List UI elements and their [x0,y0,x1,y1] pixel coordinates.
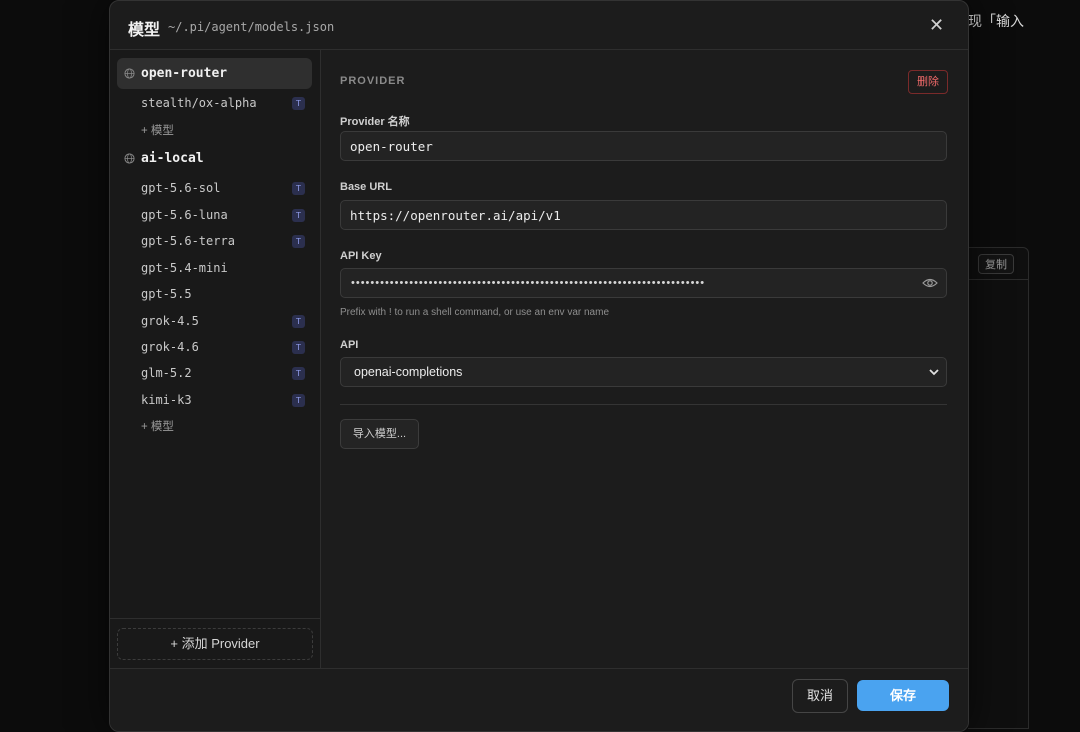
provider-name-value: open-router [350,139,433,154]
config-path: ~/.pi/agent/models.json [168,20,335,34]
type-badge: T [292,314,305,328]
dialog-title: 模型 [128,22,161,39]
model-item[interactable]: grok-4.5 T [141,310,305,332]
import-models-button[interactable]: 导入模型... [340,419,419,449]
model-name: gpt-5.6-sol [141,181,221,195]
globe-icon [124,68,135,79]
add-model-button[interactable]: + 模型 [141,418,174,434]
add-model-button[interactable]: + 模型 [141,122,174,138]
provider-name: ai-local [141,151,204,166]
model-name: gpt-5.6-terra [141,234,235,248]
api-select-value: openai-completions [354,365,463,379]
api-key-hint: Prefix with ! to run a shell command, or… [340,307,610,318]
background-hint-text: 现「输入 [968,13,1024,29]
model-name: stealth/ox-alpha [141,96,257,110]
model-name: kimi-k3 [141,393,192,407]
model-item[interactable]: gpt-5.6-sol T [141,177,305,199]
api-select[interactable]: openai-completions [340,357,947,387]
model-item[interactable]: gpt-5.6-terra T [141,230,305,252]
cancel-button[interactable]: 取消 [792,679,848,713]
background-code-panel: 复制 [968,247,1029,729]
model-name: gpt-5.6-luna [141,208,228,222]
close-icon[interactable]: ✕ [929,15,944,36]
model-item[interactable]: gpt-5.4-mini [141,257,305,279]
provider-sidebar: open-router stealth/ox-alpha T + 模型 ai-l… [110,50,321,668]
type-badge: T [292,96,305,110]
model-item[interactable]: gpt-5.6-luna T [141,204,305,226]
model-name: grok-4.5 [141,314,199,328]
api-label: API [340,339,359,351]
chevron-down-icon [929,369,939,376]
copy-button[interactable]: 复制 [978,254,1014,274]
type-badge: T [292,208,305,222]
base-url-value: https://openrouter.ai/api/v1 [350,208,561,223]
type-badge: T [292,393,305,407]
api-key-input[interactable]: ••••••••••••••••••••••••••••••••••••••••… [340,268,947,298]
type-badge: T [292,366,305,380]
eye-icon[interactable] [922,277,938,289]
globe-icon [124,153,135,164]
provider-name: open-router [141,66,228,81]
section-title: PROVIDER [340,75,406,87]
model-item[interactable]: grok-4.6 T [141,336,305,358]
models-dialog: 模型 ~/.pi/agent/models.json ✕ open-router… [109,0,969,732]
save-button[interactable]: 保存 [857,680,949,711]
delete-provider-button[interactable]: 删除 [908,70,948,94]
add-provider-button[interactable]: + 添加 Provider [117,628,313,660]
model-name: gpt-5.4-mini [141,261,228,275]
api-key-masked-value: ••••••••••••••••••••••••••••••••••••••••… [351,277,706,289]
sidebar-footer: + 添加 Provider [110,618,320,669]
divider [340,404,947,405]
model-item[interactable]: kimi-k3 T [141,389,305,411]
model-name: grok-4.6 [141,340,199,354]
provider-item-ai-local[interactable]: ai-local [117,143,312,174]
provider-name-input[interactable]: open-router [340,131,947,161]
provider-name-label: Provider 名称 [340,116,410,128]
type-badge: T [292,234,305,248]
type-badge: T [292,340,305,354]
background-code-panel-header: 复制 [968,248,1028,280]
model-item[interactable]: glm-5.2 T [141,362,305,384]
provider-item-open-router[interactable]: open-router [117,58,312,89]
model-name: gpt-5.5 [141,287,192,301]
dialog-footer: 取消 保存 [110,668,968,731]
type-badge: T [292,181,305,195]
base-url-input[interactable]: https://openrouter.ai/api/v1 [340,200,947,230]
dialog-header: 模型 ~/.pi/agent/models.json ✕ [110,1,968,50]
model-item[interactable]: gpt-5.5 [141,283,305,305]
base-url-label: Base URL [340,181,392,193]
provider-form: PROVIDER 删除 Provider 名称 open-router Base… [321,50,968,668]
api-key-label: API Key [340,250,382,262]
model-name: glm-5.2 [141,366,192,380]
model-item[interactable]: stealth/ox-alpha T [141,92,305,114]
